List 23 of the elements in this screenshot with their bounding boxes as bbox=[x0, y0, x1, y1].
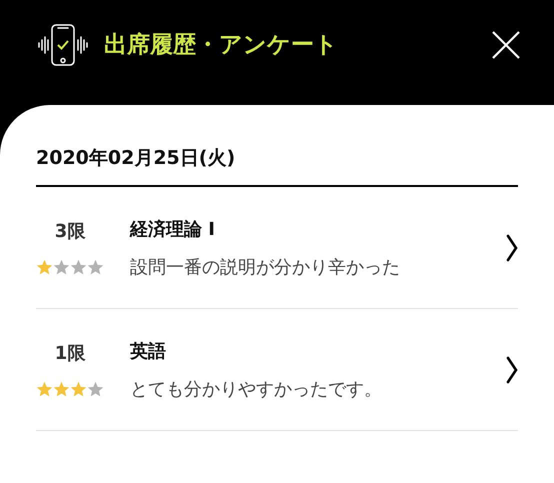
close-button[interactable] bbox=[492, 31, 520, 59]
survey-comment: とても分かりやすかったです。 bbox=[130, 378, 383, 400]
period-label: 1限 bbox=[54, 342, 86, 365]
star-icon bbox=[53, 259, 70, 276]
star-icon bbox=[87, 259, 104, 276]
period-label: 3限 bbox=[54, 220, 86, 243]
attendance-row[interactable]: 3限 経済理論 I 設問一番の説明が分かり辛かった bbox=[36, 187, 518, 309]
star-icon bbox=[70, 259, 87, 276]
star-icon bbox=[53, 381, 70, 398]
phone-check-icon bbox=[38, 24, 88, 66]
attendance-row[interactable]: 1限 英語 とても分かりやすかったです。 bbox=[36, 309, 518, 431]
star-icon bbox=[70, 381, 87, 398]
star-icon bbox=[36, 381, 53, 398]
star-icon bbox=[87, 381, 104, 398]
survey-comment: 設問一番の説明が分かり辛かった bbox=[130, 256, 401, 278]
screen-title: 出席履歴・アンケート bbox=[104, 31, 339, 60]
date-heading: 2020年02月25日(火) bbox=[36, 145, 518, 187]
course-name: 英語 bbox=[130, 340, 167, 362]
star-icon bbox=[36, 259, 53, 276]
close-icon bbox=[492, 31, 520, 59]
chevron-right-icon bbox=[506, 356, 518, 384]
chevron-right-icon bbox=[506, 234, 518, 262]
course-name: 経済理論 I bbox=[130, 218, 216, 240]
